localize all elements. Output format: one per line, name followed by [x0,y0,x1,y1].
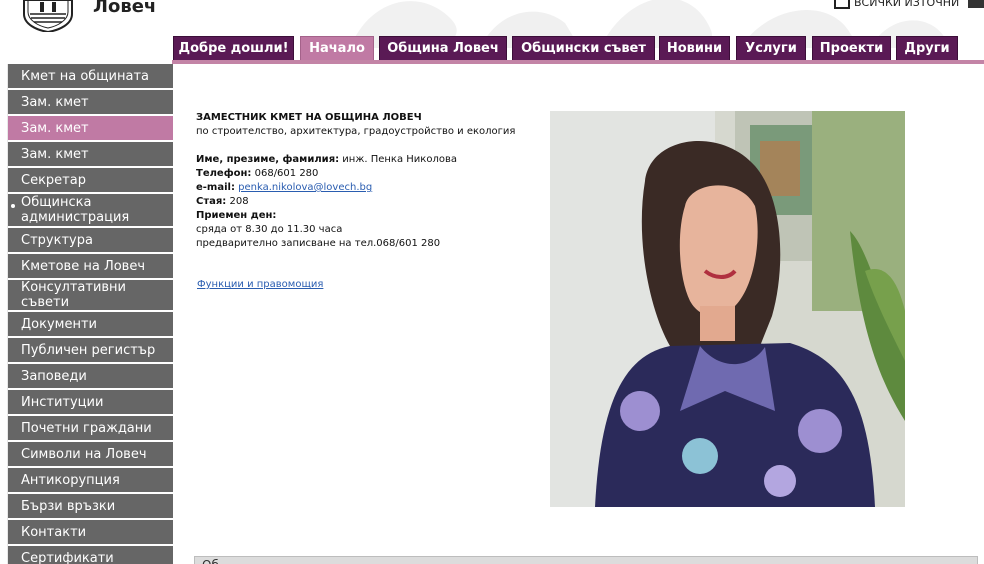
sidebar-item-9[interactable]: Консултативни съвети [8,280,173,312]
sidebar-item-label: Структура [21,232,93,248]
sidebar-item-19[interactable]: Сертификати [8,546,173,564]
sidebar-item-4[interactable]: Зам. кмет [8,142,173,168]
top-navigation-underline [172,60,984,64]
sidebar-item-label: Консултативни съвети [21,280,127,310]
name-row: Име, презиме, фамилия: инж. Пенка Николо… [196,153,541,167]
sidebar-item-label: Антикорупция [21,472,120,488]
sidebar-item-14[interactable]: Почетни граждани [8,416,173,442]
sidebar-item-label: Почетни граждани [21,420,152,436]
sidebar-item-11[interactable]: Публичен регистър [8,338,173,364]
sidebar-item-label: Секретар [21,172,86,188]
sidebar-item-13[interactable]: Институции [8,390,173,416]
functions-link[interactable]: Функции и правомощия [197,279,323,290]
room-label: Стая: [196,196,227,207]
submenu-bullet-icon [11,204,15,208]
sidebar-item-label: Кметове на Ловеч [21,258,146,274]
name-value: инж. Пенка Николова [339,154,457,165]
all-sources-label: всички източни [854,0,960,9]
email-row: e-mail: penka.nikolova@lovech.bg [196,181,541,195]
portrait-illustration [550,111,905,507]
sidebar-item-label: Символи на Ловеч [21,446,147,462]
email-link[interactable]: penka.nikolova@lovech.bg [238,182,372,193]
email-label: e-mail: [196,182,235,193]
info-heading: ЗАМЕСТНИК КМЕТ НА ОБЩИНА ЛОВЕЧ [196,112,422,123]
deputy-mayor-photo [550,111,905,507]
sidebar-item-label: Зам. кмет [21,94,89,110]
sidebar-item-5[interactable]: Секретар [8,168,173,194]
bottom-section-header [194,556,978,564]
sidebar-item-17[interactable]: Бързи връзки [8,494,173,520]
nav-tab-3[interactable]: Община Ловеч [379,36,507,60]
sidebar-item-label: Сертификати [21,550,114,564]
office-hours-time: сряда от 8.30 до 11.30 часа [196,224,343,235]
sidebar-item-label: Заповеди [21,368,87,384]
sidebar-item-label: Публичен регистър [21,342,156,358]
sidebar-item-1[interactable]: Кмет на общината [8,64,173,90]
nav-tab-8[interactable]: Други [896,36,958,60]
sidebar-item-label: Зам. кмет [21,120,89,136]
coat-of-arms-logo [23,0,73,32]
sidebar-item-label: Институции [21,394,104,410]
sidebar-item-12[interactable]: Заповеди [8,364,173,390]
phone-label: Телефон: [196,168,252,179]
sidebar-item-label: Кмет на общината [21,68,150,84]
nav-tab-6[interactable]: Услуги [736,36,806,60]
sidebar-item-3[interactable]: Зам. кмет [8,116,173,142]
all-sources-checkbox[interactable] [834,0,850,9]
sidebar-item-16[interactable]: Антикорупция [8,468,173,494]
top-navigation: Добре дошли! Начало Община Ловеч Общински с… [0,36,984,64]
office-hours-label: Приемен ден: [196,210,277,221]
all-sources-toggle[interactable]: всички източни [834,0,959,10]
office-hours-note: предварително записване на тел.068/601 2… [196,238,441,249]
nav-tab-2[interactable]: Начало [300,36,374,60]
sidebar-item-18[interactable]: Контакти [8,520,173,546]
phone-value: 068/601 280 [251,168,319,179]
sidebar-item-label: Общинска администрация [21,195,130,225]
bottom-section-title: Об [202,558,219,564]
sidebar-item-15[interactable]: Символи на Ловеч [8,442,173,468]
sidebar-item-label: Контакти [21,524,87,540]
nav-tab-7[interactable]: Проекти [812,36,891,60]
page: Ловеч всички източни Добре дошли! Начало О… [0,0,984,564]
sidebar-item-label: Бързи връзки [21,498,116,514]
sidebar-menu: Кмет на общината Зам. кмет Зам. кмет Зам. к… [8,64,173,564]
sidebar-item-6[interactable]: Общинска администрация [8,194,173,228]
office-hours-row: Приемен ден: [196,209,541,223]
corner-icon[interactable] [968,0,984,8]
room-value: 208 [226,196,249,207]
nav-tab-1[interactable]: Добре дошли! [173,36,294,60]
room-row: Стая: 208 [196,195,541,209]
sidebar-item-7[interactable]: Структура [8,228,173,254]
phone-row: Телефон: 068/601 280 [196,167,541,181]
name-label: Име, презиме, фамилия: [196,154,340,165]
sidebar-item-2[interactable]: Зам. кмет [8,90,173,116]
deputy-mayor-info: ЗАМЕСТНИК КМЕТ НА ОБЩИНА ЛОВЕЧ по строит… [196,111,541,251]
sidebar-item-label: Документи [21,316,97,332]
sidebar-item-8[interactable]: Кметове на Ловеч [8,254,173,280]
nav-tab-4[interactable]: Общински съвет [512,36,655,60]
site-title: Ловеч [93,0,157,17]
sidebar-item-label: Зам. кмет [21,146,89,162]
nav-tab-5[interactable]: Новини [659,36,730,60]
sidebar-item-10[interactable]: Документи [8,312,173,338]
info-subheading: по строителство, архитектура, градоустро… [196,126,516,137]
